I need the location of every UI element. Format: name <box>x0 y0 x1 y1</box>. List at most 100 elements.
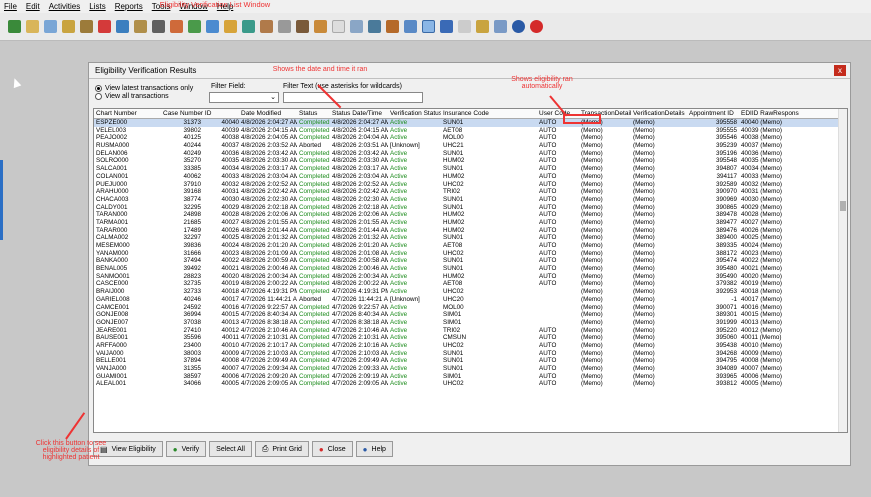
menu-lists[interactable]: Lists <box>89 2 105 11</box>
menu-reports[interactable]: Reports <box>115 2 143 11</box>
lock-icon[interactable] <box>62 20 75 33</box>
table-cell: ARFFA000 <box>96 341 127 349</box>
folder-icon[interactable] <box>206 20 219 33</box>
vertical-scrollbar[interactable] <box>838 109 847 432</box>
column-header[interactable]: VerificationDetails <box>631 109 687 118</box>
table-row[interactable]: PEAJO002 40125 40038 4/8/2026 2:04:05 AM Com… <box>94 134 847 142</box>
bottle-icon[interactable] <box>386 20 399 33</box>
print-grid-button[interactable]: ⎙ Print Grid <box>254 441 309 457</box>
table-row[interactable]: GARIEL008 40246 40017 4/7/2026 11:44:21 AM A… <box>94 296 847 304</box>
table-row[interactable]: CALDY001 32295 40029 4/8/2026 2:02:18 AM Com… <box>94 204 847 212</box>
table-cell: Completed <box>299 318 330 326</box>
column-header[interactable]: Chart Number <box>94 109 161 118</box>
arrows-icon[interactable] <box>494 20 507 33</box>
table-cell: 40027 (Memo) <box>741 218 782 226</box>
chart-icon[interactable] <box>116 20 129 33</box>
select-all-button[interactable]: Select All <box>209 441 252 457</box>
table-cell: 4/7/2026 11:44:21 AM <box>241 295 297 303</box>
table-row[interactable]: GONJE008 36994 40015 4/7/2026 8:40:34 AM Com… <box>94 311 847 319</box>
link-icon[interactable] <box>350 20 363 33</box>
table-row[interactable]: CAMCE001 24592 40016 4/7/2026 9:22:57 AM Com… <box>94 304 847 312</box>
table-row[interactable]: PUEJU000 37910 40032 4/8/2026 2:02:52 AM Com… <box>94 181 847 189</box>
filter-text-input[interactable] <box>283 92 423 103</box>
calendar-icon[interactable] <box>44 20 57 33</box>
column-header[interactable]: Appointment ID <box>687 109 739 118</box>
table-row[interactable]: JEARE001 27410 40012 4/7/2026 2:10:46 AM Com… <box>94 327 847 335</box>
column-header[interactable]: Status Date/Time <box>330 109 388 118</box>
close-button[interactable]: ● Close <box>311 441 353 457</box>
scroll-thumb[interactable] <box>840 201 846 211</box>
table-row[interactable]: CASCE000 32735 40019 4/8/2026 2:00:22 AM Com… <box>94 280 847 288</box>
report-icon[interactable] <box>476 20 489 33</box>
stop-icon[interactable] <box>530 20 543 33</box>
table-row[interactable]: ARFFA000 23400 40010 4/7/2026 2:10:17 AM Com… <box>94 342 847 350</box>
table-row[interactable]: BELLE001 37894 40008 4/7/2026 2:09:49 AM Com… <box>94 357 847 365</box>
table-row[interactable]: GONJE007 37038 40013 4/7/2026 8:38:18 AM Com… <box>94 319 847 327</box>
table-row[interactable]: VAIJA000 38003 40009 4/7/2026 2:10:03 AM Com… <box>94 350 847 358</box>
window-close-button[interactable]: x <box>834 65 846 76</box>
note-icon[interactable] <box>134 20 147 33</box>
pin-icon[interactable] <box>224 20 237 33</box>
menu-edit[interactable]: Edit <box>26 2 40 11</box>
eligibility-icon[interactable] <box>152 20 165 33</box>
table-row[interactable]: DELAN006 40249 40036 4/8/2026 2:03:42 AM Com… <box>94 150 847 158</box>
doc-icon[interactable] <box>80 20 93 33</box>
table-row[interactable]: VELEL003 39802 40039 4/8/2026 2:04:15 AM Com… <box>94 127 847 135</box>
table-row[interactable]: SANMO001 28823 40020 4/8/2026 2:00:34 AM Com… <box>94 273 847 281</box>
exit-icon[interactable] <box>8 20 21 33</box>
column-header[interactable]: Date Modified <box>239 109 297 118</box>
column-header[interactable]: EDIID RawResponse <box>739 109 799 118</box>
table-row[interactable]: BENAL005 39492 40021 4/8/2026 2:00:46 AM Com… <box>94 265 847 273</box>
recycle-icon[interactable] <box>242 20 255 33</box>
table-row[interactable]: COLAN001 40062 40033 4/8/2026 2:03:04 AM Com… <box>94 173 847 181</box>
table-row[interactable]: CALMA002 32297 40025 4/8/2026 2:01:32 AM Com… <box>94 234 847 242</box>
edit-icon[interactable] <box>26 20 39 33</box>
table-row[interactable]: RUSMA000 40244 40037 4/8/2026 2:03:52 AM Abo… <box>94 142 847 150</box>
column-header[interactable]: Case Number ID <box>161 109 239 118</box>
grid-icon[interactable] <box>404 20 417 33</box>
table-row[interactable]: ESPZE000 31373 40040 4/8/2026 2:04:27 AM Com… <box>94 119 847 127</box>
table-row[interactable]: SOLRO000 35270 40035 4/8/2026 2:03:30 AM Com… <box>94 157 847 165</box>
filter-field-select[interactable]: ⌄ <box>209 92 279 103</box>
table-row[interactable]: TARAR000 17489 40026 4/8/2026 2:01:44 AM Com… <box>94 227 847 235</box>
group-icon[interactable] <box>188 20 201 33</box>
table-row[interactable]: BANKA000 37494 40022 4/8/2026 2:00:59 AM Com… <box>94 257 847 265</box>
window-icon[interactable] <box>422 20 435 33</box>
globe-icon[interactable] <box>512 20 525 33</box>
tag-icon[interactable] <box>368 20 381 33</box>
verify-button[interactable]: ● Verify <box>165 441 207 457</box>
menu-activities[interactable]: Activities <box>49 2 81 11</box>
clipboard-icon[interactable] <box>332 20 345 33</box>
table-row[interactable]: YANAM000 31666 40023 4/8/2026 2:01:09 AM Com… <box>94 250 847 258</box>
table-cell: Active <box>390 288 408 296</box>
help-button[interactable]: ● Help <box>355 441 393 457</box>
users-icon[interactable] <box>170 20 183 33</box>
table-row[interactable]: BAUSE001 35596 40011 4/7/2026 2:10:31 AM Com… <box>94 334 847 342</box>
copy-icon[interactable] <box>278 20 291 33</box>
table-row[interactable]: ALEAL001 34066 40005 4/7/2026 2:09:05 AM Com… <box>94 380 847 388</box>
target-icon[interactable] <box>98 20 111 33</box>
results-grid[interactable]: Chart Number Case Number ID Date Modified S… <box>93 108 848 433</box>
menu-file[interactable]: File <box>4 2 17 11</box>
table-row[interactable]: GUAMI001 38597 40006 4/7/2026 2:09:20 AM Com… <box>94 373 847 381</box>
column-header[interactable]: Verification Status <box>388 109 441 118</box>
table-row[interactable]: TARAN000 24898 40028 4/8/2026 2:02:06 AM Com… <box>94 211 847 219</box>
help-book-icon[interactable] <box>440 20 453 33</box>
people-icon[interactable] <box>314 20 327 33</box>
column-header[interactable]: Status <box>297 109 330 118</box>
table-row[interactable]: CHACA003 38774 40030 4/8/2026 2:02:30 AM Com… <box>94 196 847 204</box>
table-row[interactable]: BRAIJ000 32733 40018 4/7/2026 4:19:31 PM Com… <box>94 288 847 296</box>
person-icon[interactable] <box>260 20 273 33</box>
radio-all[interactable]: View all transactions <box>95 93 169 100</box>
column-header[interactable]: Insurance Code <box>441 109 537 118</box>
table-row[interactable]: MESEM000 39836 40024 4/8/2026 2:01:20 AM Com… <box>94 242 847 250</box>
list-icon[interactable] <box>458 20 471 33</box>
table-row[interactable]: SALCA001 33385 40034 4/8/2026 2:03:17 AM Com… <box>94 165 847 173</box>
book-icon[interactable] <box>296 20 309 33</box>
radio-latest[interactable]: View latest transactions only <box>95 85 193 92</box>
table-row[interactable]: TARMA001 21685 40027 4/8/2026 2:01:55 AM Com… <box>94 219 847 227</box>
table-cell: 389477 <box>715 218 737 226</box>
table-row[interactable]: VANJA000 31355 40007 4/7/2026 2:09:34 AM Com… <box>94 365 847 373</box>
table-row[interactable]: ARAHU000 39168 40031 4/8/2026 2:02:42 AM Com… <box>94 188 847 196</box>
table-cell: 4/8/2026 2:01:32 AM <box>241 234 297 242</box>
